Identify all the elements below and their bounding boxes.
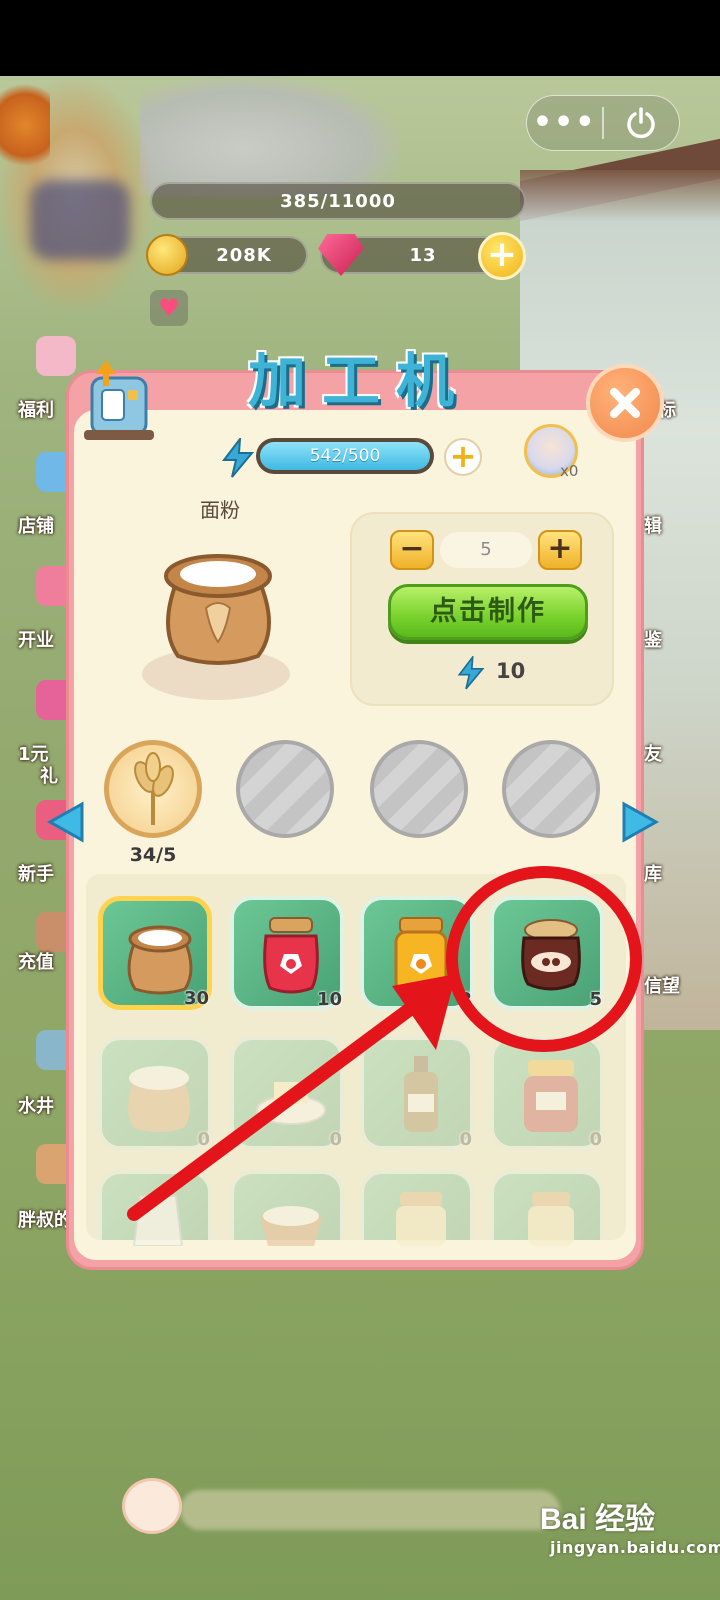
sugar-bowl-icon [260,1206,322,1246]
glass-jar-icon [528,1192,574,1246]
right-menu-4[interactable]: 友 [644,740,704,766]
add-energy-button[interactable]: + [444,438,482,476]
product-strawberry-jam[interactable]: 10 [230,896,344,1010]
product-glass-jar[interactable] [490,1170,604,1246]
product-empty-jar[interactable] [360,1170,474,1246]
right-menu-1[interactable]: 标 [658,396,718,422]
chat-input-bar[interactable] [180,1490,560,1530]
gift-vip-icon[interactable] [36,336,76,376]
miniprogram-capsule: ••• [526,95,680,151]
product-butter[interactable]: 0 [230,1036,344,1150]
coin-icon [146,234,188,276]
xp-value: 385/11000 [280,190,396,212]
baidu-watermark: Bai 经验 jingyan.baidu.com [540,1494,720,1557]
blurred-avatar [30,180,130,260]
flour-sack-icon [148,538,288,668]
right-menu-6[interactable]: 信望 [644,972,704,998]
product-count: 0 [197,1129,210,1150]
heart-icon[interactable]: ♥ [150,290,188,326]
product-flour-mix[interactable]: 0 [98,1036,212,1150]
milk-jug-icon [132,1195,184,1246]
watermark-logo: Bai 经验 [540,1503,656,1536]
stone-wall [140,76,400,196]
empty-jar-icon [396,1192,446,1246]
coin-value: 208K [216,244,272,266]
processing-machine-icon [76,356,162,446]
energy-cost: 10 [496,659,526,683]
product-count: 0 [329,1129,342,1150]
increase-quantity-button[interactable]: + [538,530,582,570]
craft-button[interactable]: 点击制作 [388,584,588,640]
watermark-url: jingyan.baidu.com [550,1538,720,1557]
product-red-bean[interactable]: 0 [490,1036,604,1150]
add-gems-button[interactable]: + [478,232,526,280]
strawberry-jam-icon [263,917,319,994]
product-count: 10 [316,989,342,1010]
product-milk[interactable] [98,1170,212,1246]
quantity-value[interactable]: 5 [440,532,532,568]
product-count: 0 [589,1129,602,1150]
product-count: 30 [183,988,209,1009]
energy-value: 542/500 [260,442,430,470]
selected-item-name: 面粉 [200,498,240,522]
gem-value: 13 [409,244,437,266]
product-sugar[interactable] [230,1170,344,1246]
decrease-quantity-button[interactable]: − [390,530,434,570]
xp-bar: 385/11000 [150,182,526,220]
energy-bar: 542/500 [256,438,434,474]
ingredient-count: 34/5 [129,844,177,866]
product-flour[interactable]: 30 [98,896,212,1010]
panel-title: 加工机 [247,347,470,415]
ingredient-slot-wheat[interactable] [104,740,202,838]
product-oil[interactable]: 0 [360,1036,474,1150]
ingredient-slot-empty [502,740,600,838]
product-count: 0 [459,1129,472,1150]
wheat-icon [134,752,174,825]
lightning-icon [220,435,256,478]
annotation-circle [446,866,642,1052]
close-button[interactable] [586,364,664,442]
flour-sack-icon [127,925,193,995]
butter-plate-icon [256,1082,326,1125]
ingredient-slot-empty [236,740,334,838]
more-dots-icon[interactable]: ••• [527,95,602,151]
ingredient-slot-empty [370,740,468,838]
red-bean-jar-icon [524,1060,578,1132]
next-page-arrow-icon[interactable] [618,800,660,844]
oil-bottle-icon [404,1056,438,1132]
right-menu-5[interactable]: 库 [644,860,704,886]
right-menu-2[interactable]: 辑 [644,512,704,538]
right-menu-3[interactable]: 鉴 [644,626,704,652]
chat-emoji-icon[interactable] [122,1478,182,1534]
lightning-cost-icon [456,654,486,690]
previous-page-arrow-icon[interactable] [46,800,88,844]
close-icon [610,388,640,418]
autumn-tree [0,80,50,170]
flour-mix-icon [128,1066,190,1132]
power-icon[interactable] [604,106,679,140]
helper-count: x0 [560,462,579,480]
